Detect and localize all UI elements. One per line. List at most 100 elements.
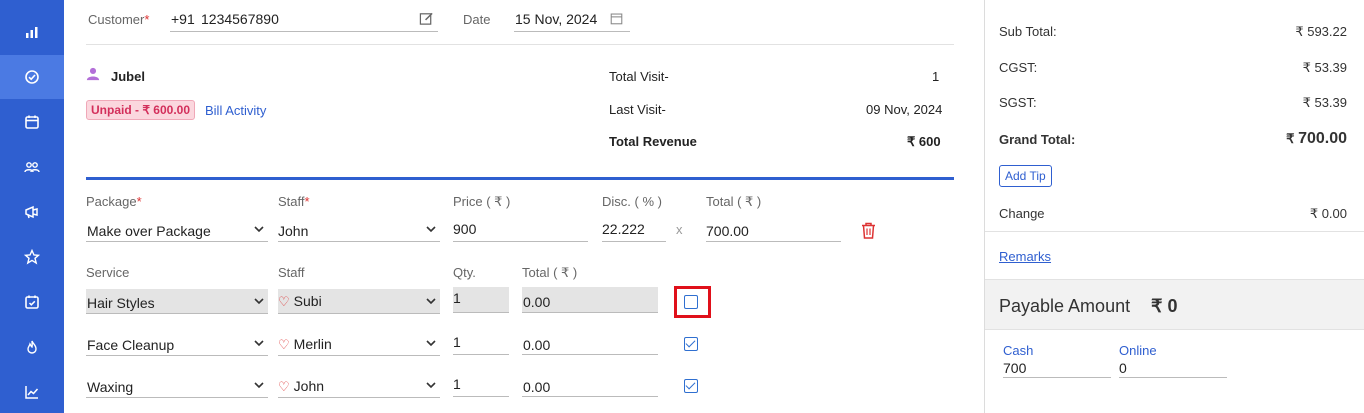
package-header: Package* [86, 194, 142, 209]
trash-icon[interactable] [861, 222, 876, 242]
package-staff-select[interactable]: John [278, 218, 440, 242]
disc-header: Disc. ( % ) [602, 194, 662, 209]
qty-input[interactable]: 1 [453, 287, 509, 313]
cgst-row: CGST: ₹ 53.39 [999, 60, 1347, 76]
service-total-header: Total ( ₹ ) [522, 265, 578, 280]
service-value: Face Cleanup [87, 337, 175, 353]
disc-input[interactable]: 22.222 [602, 216, 666, 242]
service-staff-value: ♡ John [278, 378, 325, 394]
cgst-value: ₹ 53.39 [1302, 60, 1347, 75]
package-value: Make over Package [87, 223, 211, 239]
bill-activity-link[interactable]: Bill Activity [205, 103, 266, 118]
service-staff-value: ♡ Subi [278, 293, 322, 309]
chevron-down-icon [254, 340, 264, 347]
customer-phone-field[interactable]: +91 1234567890 [170, 8, 438, 32]
megaphone-icon[interactable] [0, 190, 64, 234]
cash-input[interactable]: 700 [1003, 358, 1111, 378]
chevron-down-icon [426, 340, 436, 347]
service-total-input[interactable]: 0.00 [522, 372, 658, 397]
service-staff-select[interactable]: ♡ Merlin [278, 332, 440, 356]
qty-input[interactable]: 1 [453, 330, 509, 355]
service-header: Service [86, 265, 130, 280]
group-icon[interactable] [0, 145, 64, 189]
main-panel: Customer* +91 1234567890 Date 15 Nov, 20… [64, 0, 984, 413]
service-select[interactable]: Hair Styles [86, 289, 268, 314]
edit-icon[interactable] [419, 11, 434, 29]
chevron-down-icon [426, 382, 436, 389]
remarks-link[interactable]: Remarks [999, 249, 1051, 264]
service-checkbox[interactable] [684, 337, 698, 351]
sgst-label: SGST: [999, 95, 1037, 110]
total-visit-value: 1 [932, 69, 940, 84]
online-input[interactable]: 0 [1119, 358, 1227, 378]
total-header: Total ( ₹ ) [706, 194, 762, 209]
service-staff-select[interactable]: ♡ Subi [278, 289, 440, 314]
chevron-down-icon [426, 226, 436, 233]
divider [86, 44, 954, 45]
change-row: Change ₹ 0.00 [999, 206, 1347, 222]
service-total-value: 0.00 [523, 337, 551, 353]
calendar-check-icon[interactable] [0, 280, 64, 324]
disc-type-toggle[interactable]: x [676, 222, 683, 237]
date-label: Date [463, 12, 491, 27]
service-value: Waxing [87, 379, 134, 395]
service-total-input[interactable]: 0.00 [522, 287, 658, 313]
customer-label: Customer* [88, 12, 150, 27]
price-header: Price ( ₹ ) [453, 194, 511, 209]
service-staff-value: ♡ Merlin [278, 336, 332, 352]
service-total-value: 0.00 [523, 379, 551, 395]
check-circle-icon[interactable] [0, 55, 64, 99]
heart-icon: ♡ [278, 294, 290, 309]
price-value: 900 [453, 221, 477, 237]
qty-value: 1 [453, 334, 461, 350]
sub-total-row: Sub Total: ₹ 593.22 [999, 24, 1347, 40]
qty-header: Qty. [453, 265, 476, 280]
chevron-down-icon [254, 298, 264, 305]
sub-total-value: ₹ 593.22 [1295, 24, 1347, 39]
add-tip-button[interactable]: Add Tip [999, 165, 1052, 187]
section-divider [86, 177, 954, 180]
total-visit-label: Total Visit- [609, 69, 669, 84]
grand-total-value: ₹ 700.00 [1286, 130, 1347, 147]
service-select[interactable]: Waxing [86, 374, 268, 398]
qty-value: 1 [453, 376, 461, 392]
staff-header: Staff* [278, 194, 310, 209]
package-select[interactable]: Make over Package [86, 218, 268, 242]
sgst-value: ₹ 53.39 [1302, 95, 1347, 110]
heart-icon: ♡ [278, 379, 290, 394]
calendar-picker-icon[interactable] [610, 12, 623, 28]
summary-panel: Sub Total: ₹ 593.22 CGST: ₹ 53.39 SGST: … [984, 0, 1364, 413]
chevron-down-icon [254, 382, 264, 389]
unpaid-badge: Unpaid - ₹ 600.00 [86, 100, 195, 120]
service-staff-header: Staff [278, 265, 305, 280]
date-field[interactable]: 15 Nov, 2024 [514, 8, 630, 32]
phone-value: 1234567890 [201, 11, 279, 27]
heart-icon: ♡ [278, 337, 290, 352]
star-icon[interactable] [0, 235, 64, 279]
change-value: ₹ 0.00 [1309, 206, 1347, 221]
trend-chart-icon[interactable] [0, 370, 64, 413]
online-label: Online [1119, 343, 1157, 358]
cash-value: 700 [1003, 360, 1027, 376]
price-input[interactable]: 900 [453, 216, 588, 242]
user-icon [86, 67, 100, 84]
service-staff-select[interactable]: ♡ John [278, 374, 440, 398]
calendar-icon[interactable] [0, 100, 64, 144]
service-total-value: 0.00 [523, 294, 551, 310]
service-select[interactable]: Face Cleanup [86, 332, 268, 356]
cgst-label: CGST: [999, 60, 1038, 75]
package-total-input[interactable]: 700.00 [706, 216, 841, 242]
qty-input[interactable]: 1 [453, 372, 509, 397]
country-code: +91 [171, 11, 195, 27]
service-checkbox[interactable] [684, 295, 698, 309]
service-total-input[interactable]: 0.00 [522, 330, 658, 355]
sub-total-label: Sub Total: [999, 24, 1057, 39]
bar-chart-icon[interactable] [0, 10, 64, 54]
chevron-down-icon [426, 298, 436, 305]
total-revenue-value: ₹ 600 [907, 134, 941, 149]
client-name: Jubel [111, 69, 145, 84]
divider [985, 231, 1364, 232]
service-checkbox[interactable] [684, 379, 698, 393]
service-value: Hair Styles [87, 295, 155, 311]
fire-icon[interactable] [0, 325, 64, 369]
